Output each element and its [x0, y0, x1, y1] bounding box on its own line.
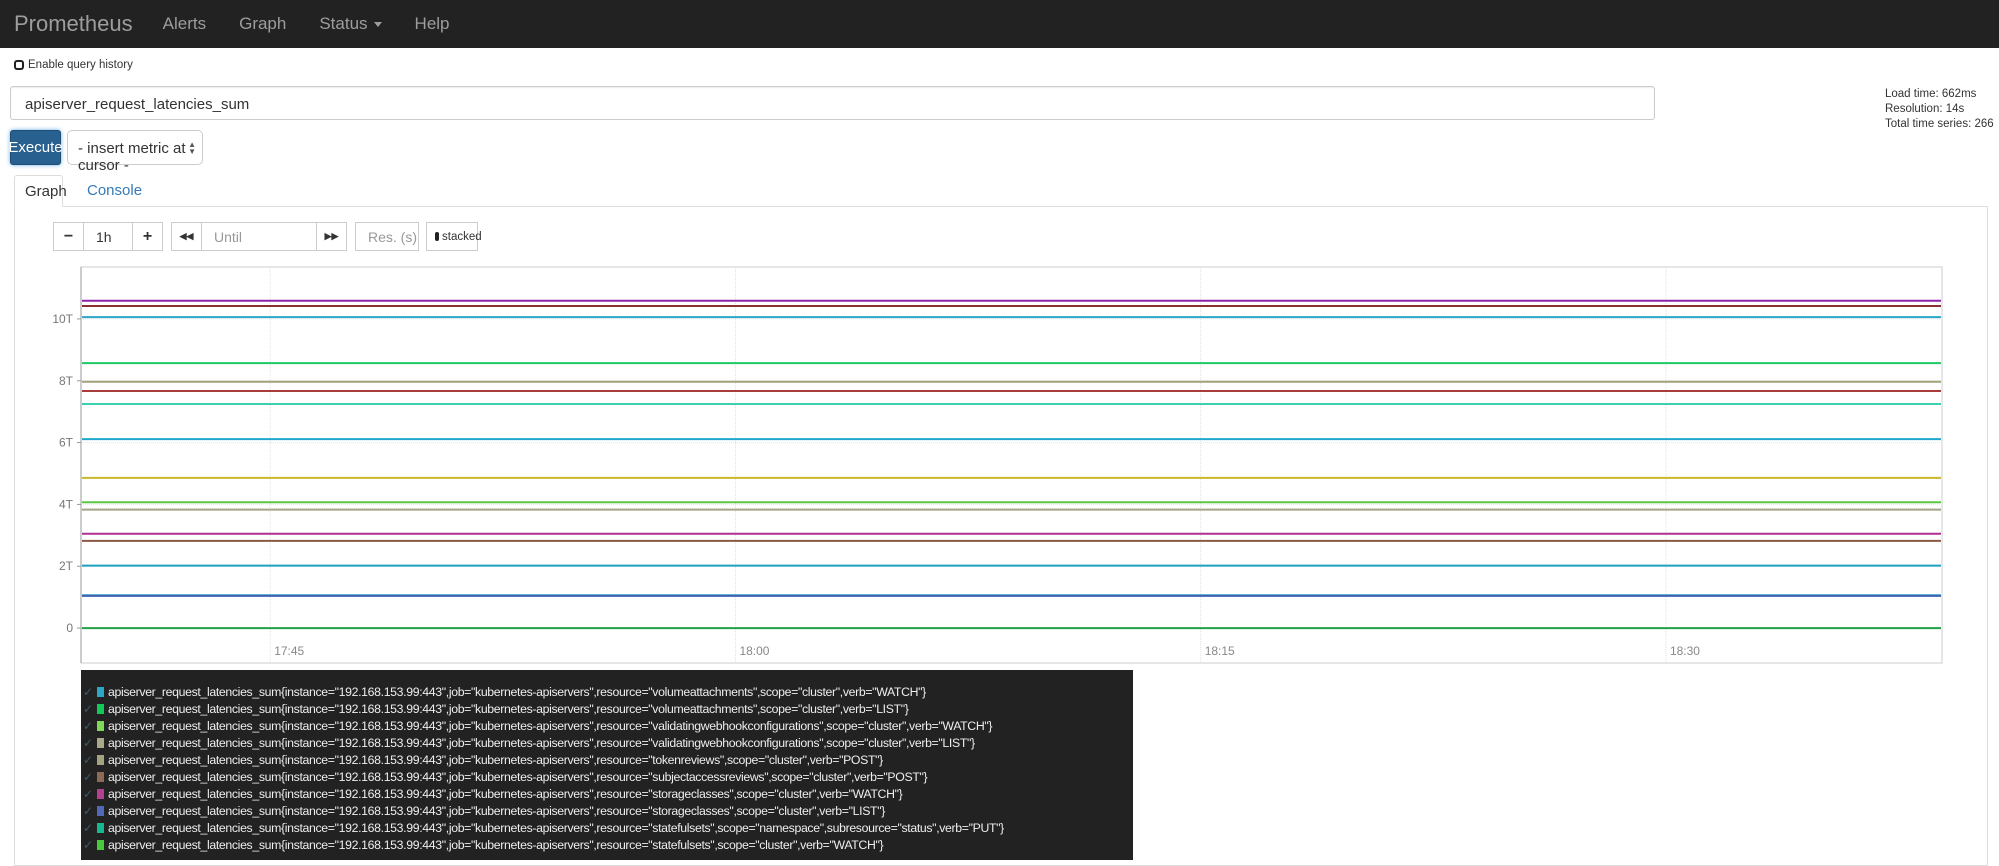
insert-metric-label: - insert metric at cursor -	[78, 140, 186, 174]
plot-area	[81, 267, 1942, 663]
y-tick-label: 2T	[59, 559, 74, 573]
legend-item[interactable]: ✓ apiserver_request_latencies_sum{instanc…	[81, 751, 1133, 768]
total-series: Total time series: 266	[1885, 117, 1994, 132]
series-color-swatch	[97, 840, 104, 850]
x-tick-label: 18:00	[739, 644, 769, 658]
nav-status-label: Status	[319, 14, 367, 33]
x-tick-label: 18:15	[1205, 644, 1235, 658]
range-input[interactable]: 1h	[83, 223, 133, 250]
x-tick-label: 18:30	[1670, 644, 1700, 658]
check-icon: ✓	[83, 838, 97, 852]
legend-item[interactable]: ✓ apiserver_request_latencies_sum{instanc…	[81, 819, 1133, 836]
y-tick-label: 8T	[59, 374, 74, 388]
check-icon: ✓	[83, 821, 97, 835]
nav-help[interactable]: Help	[415, 14, 450, 34]
legend: ✓ apiserver_request_latencies_sum{instanc…	[81, 670, 1133, 860]
series-color-swatch	[97, 806, 104, 816]
legend-item[interactable]: ✓ apiserver_request_latencies_sum{instanc…	[81, 734, 1133, 751]
range-control: − 1h +	[53, 222, 163, 251]
check-icon: ✓	[83, 719, 97, 733]
legend-label: apiserver_request_latencies_sum{instance…	[108, 804, 885, 818]
end-time-control: ◀◀ Until ▶▶	[171, 222, 347, 251]
legend-label: apiserver_request_latencies_sum{instance…	[108, 770, 927, 784]
check-icon: ✓	[83, 753, 97, 767]
series-color-swatch	[97, 755, 104, 765]
legend-label: apiserver_request_latencies_sum{instance…	[108, 821, 1004, 835]
legend-item[interactable]: ✓ apiserver_request_latencies_sum{instanc…	[81, 700, 1133, 717]
query-history-toggle[interactable]: Enable query history	[14, 59, 133, 71]
check-icon: ✓	[83, 787, 97, 801]
check-icon: ✓	[83, 736, 97, 750]
legend-item[interactable]: ✓ apiserver_request_latencies_sum{instanc…	[81, 768, 1133, 785]
stacked-toggle[interactable]: stacked	[426, 222, 478, 251]
select-arrows-icon: ▲▼	[188, 141, 196, 155]
increase-range-button[interactable]: +	[133, 223, 162, 250]
legend-label: apiserver_request_latencies_sum{instance…	[108, 753, 883, 767]
tab-console[interactable]: Console	[77, 175, 152, 207]
checkbox-icon	[435, 232, 439, 241]
y-tick-label: 6T	[59, 436, 74, 450]
execute-button[interactable]: Execute	[10, 130, 61, 165]
legend-item[interactable]: ✓ apiserver_request_latencies_sum{instanc…	[81, 802, 1133, 819]
graph-chart[interactable]: 0 2T 4T 6T 8T 10T 17:45 18:00 18:15 18:30	[0, 255, 1999, 675]
check-icon: ✓	[83, 702, 97, 716]
nav-alerts[interactable]: Alerts	[163, 14, 206, 34]
y-tick-label: 10T	[52, 312, 73, 326]
decrease-range-button[interactable]: −	[54, 223, 83, 250]
legend-item[interactable]: ✓ apiserver_request_latencies_sum{instanc…	[81, 836, 1133, 853]
series-color-swatch	[97, 704, 104, 714]
legend-item[interactable]: ✓ apiserver_request_latencies_sum{instanc…	[81, 683, 1133, 700]
series-color-swatch	[97, 789, 104, 799]
caret-down-icon	[374, 22, 382, 27]
resolution: Resolution: 14s	[1885, 102, 1994, 117]
series-color-swatch	[97, 823, 104, 833]
brand-link[interactable]: Prometheus	[14, 11, 133, 37]
resolution-input[interactable]: Res. (s)	[355, 222, 419, 251]
legend-label: apiserver_request_latencies_sum{instance…	[108, 736, 975, 750]
load-time: Load time: 662ms	[1885, 87, 1994, 102]
stacked-label: stacked	[442, 231, 482, 243]
fast-forward-icon[interactable]: ▶▶	[317, 223, 346, 250]
check-icon: ✓	[83, 685, 97, 699]
legend-label: apiserver_request_latencies_sum{instance…	[108, 838, 883, 852]
legend-label: apiserver_request_latencies_sum{instance…	[108, 702, 909, 716]
legend-item[interactable]: ✓ apiserver_request_latencies_sum{instanc…	[81, 717, 1133, 734]
y-tick-label: 0	[66, 621, 73, 635]
until-input[interactable]: Until	[201, 223, 317, 250]
tab-graph[interactable]: Graph	[14, 175, 63, 207]
nav-graph[interactable]: Graph	[239, 14, 286, 34]
y-tick-label: 4T	[59, 497, 74, 511]
navbar: Prometheus Alerts Graph Status Help	[0, 0, 1999, 48]
x-tick-label: 17:45	[274, 644, 304, 658]
legend-label: apiserver_request_latencies_sum{instance…	[108, 685, 926, 699]
check-icon: ✓	[83, 770, 97, 784]
rewind-icon[interactable]: ◀◀	[172, 223, 201, 250]
legend-label: apiserver_request_latencies_sum{instance…	[108, 719, 992, 733]
expression-input[interactable]: apiserver_request_latencies_sum	[10, 86, 1655, 120]
check-icon: ✓	[83, 804, 97, 818]
series-color-swatch	[97, 687, 104, 697]
query-history-label: Enable query history	[28, 59, 133, 71]
series-color-swatch	[97, 721, 104, 731]
insert-metric-select[interactable]: - insert metric at cursor -▲▼	[67, 130, 203, 165]
query-stats: Load time: 662ms Resolution: 14s Total t…	[1885, 87, 1994, 132]
legend-item[interactable]: ✓ apiserver_request_latencies_sum{instanc…	[81, 785, 1133, 802]
legend-label: apiserver_request_latencies_sum{instance…	[108, 787, 902, 801]
nav-status-dropdown[interactable]: Status	[319, 14, 381, 34]
series-color-swatch	[97, 738, 104, 748]
series-color-swatch	[97, 772, 104, 782]
checkbox-icon[interactable]	[14, 60, 24, 70]
